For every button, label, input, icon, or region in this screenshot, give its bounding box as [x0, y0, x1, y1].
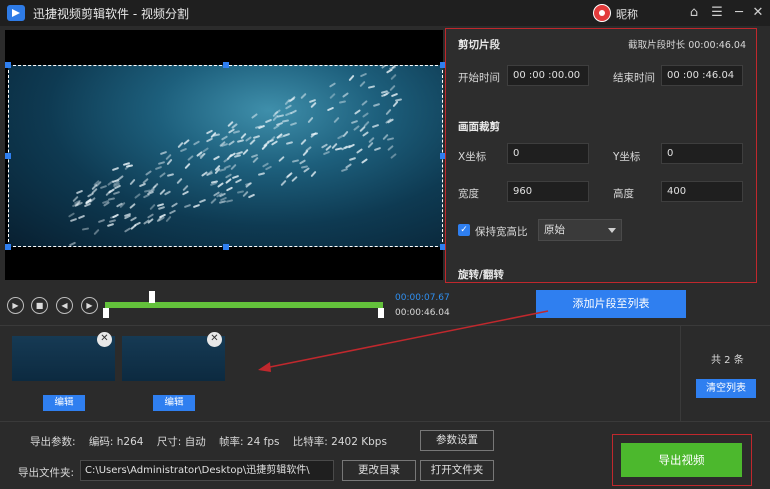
user-name[interactable]: 昵称: [616, 6, 638, 22]
play-icon[interactable]: ▶: [7, 297, 24, 314]
ratio-select[interactable]: 原始: [538, 219, 622, 241]
y-coord-field[interactable]: 0: [661, 143, 743, 164]
change-dir-button[interactable]: 更改目录: [342, 460, 416, 481]
clip-list-side-panel: 共 2 条 清空列表: [680, 326, 770, 421]
close-icon[interactable]: ✕: [207, 332, 222, 347]
window-title: 迅捷视频剪辑软件 - 视频分割: [33, 6, 189, 21]
clip-start-handle[interactable]: [103, 308, 109, 318]
cut-section-title: 剪切片段: [458, 39, 500, 51]
height-label: 高度: [613, 188, 634, 200]
minimize-icon[interactable]: ─: [729, 3, 749, 23]
playhead-handle[interactable]: [149, 291, 156, 303]
y-coord-label: Y坐标: [613, 151, 641, 163]
start-time-field[interactable]: 00 :00 :00.00: [507, 65, 589, 86]
close-icon[interactable]: ✕: [748, 3, 768, 23]
next-frame-icon[interactable]: ▶: [81, 297, 98, 314]
export-folder-label: 导出文件夹:: [18, 467, 75, 479]
x-coord-field[interactable]: 0: [507, 143, 589, 164]
param-settings-button[interactable]: 参数设置: [420, 430, 494, 451]
keep-ratio-checkbox[interactable]: ✓: [458, 224, 470, 236]
app-logo-icon: [7, 5, 25, 21]
export-highlight-frame: 导出视频: [612, 434, 752, 486]
width-field[interactable]: 960: [507, 181, 589, 202]
keep-ratio-label: 保持宽高比: [475, 226, 528, 238]
export-folder-path[interactable]: C:\Users\Administrator\Desktop\迅捷剪辑软件\: [80, 460, 334, 481]
user-avatar[interactable]: [593, 4, 611, 22]
export-params-label: 导出参数:: [30, 436, 76, 448]
clip-count: 共 2 条: [711, 355, 744, 366]
crop-section-title: 画面裁剪: [458, 121, 500, 133]
clip-duration: 截取片段时长 00:00:46.04: [628, 40, 746, 51]
ratio-select-value: 原始: [544, 224, 565, 236]
crop-selection-box[interactable]: [5, 62, 446, 250]
crop-handle-bottom-left[interactable]: [5, 244, 11, 250]
home-icon[interactable]: ⌂: [684, 3, 704, 23]
end-time-field[interactable]: 00 :00 :46.04: [661, 65, 743, 86]
edit-clip-button[interactable]: 编辑: [153, 395, 195, 411]
chevron-down-icon: [608, 228, 616, 233]
clear-list-button[interactable]: 清空列表: [696, 379, 756, 398]
video-preview: [5, 30, 446, 280]
export-params: 导出参数: 编码: h264 尺寸: 自动 帧率: 24 fps 比特率: 24…: [30, 434, 397, 449]
current-time: 00:00:07.67: [395, 293, 450, 303]
x-coord-label: X坐标: [458, 151, 487, 163]
prev-frame-icon[interactable]: ◀: [56, 297, 73, 314]
menu-icon[interactable]: ☰: [707, 3, 727, 23]
stop-icon[interactable]: ■: [31, 297, 48, 314]
clip-list: ✕ 编辑 ✕ 编辑: [0, 326, 680, 421]
crop-handle-bottom[interactable]: [223, 244, 229, 250]
height-field[interactable]: 400: [661, 181, 743, 202]
crop-handle-top-left[interactable]: [5, 62, 11, 68]
divider: [0, 421, 770, 422]
add-clip-button[interactable]: 添加片段至列表: [536, 290, 686, 318]
codec-value: 编码: h264: [88, 436, 144, 448]
fps-value: 帧率: 24 fps: [219, 436, 280, 448]
size-value: 尺寸: 自动: [156, 436, 206, 448]
title-bar: 迅捷视频剪辑软件 - 视频分割: [0, 0, 770, 26]
end-time-label: 结束时间: [613, 72, 655, 84]
close-icon[interactable]: ✕: [97, 332, 112, 347]
player-controls: ▶ ■ ◀ ▶ 00:00:07.67 00:00:46.04: [0, 285, 450, 325]
width-label: 宽度: [458, 188, 479, 200]
start-time-label: 开始时间: [458, 72, 500, 84]
crop-handle-top[interactable]: [223, 62, 229, 68]
clip-end-handle[interactable]: [378, 308, 384, 318]
timeline-bar[interactable]: [105, 302, 383, 308]
bitrate-value: 比特率: 2402 Kbps: [292, 436, 387, 448]
edit-clip-button[interactable]: 编辑: [43, 395, 85, 411]
settings-panel: 剪切片段 截取片段时长 00:00:46.04 开始时间 00 :00 :00.…: [445, 28, 757, 283]
export-video-button[interactable]: 导出视频: [621, 443, 742, 477]
crop-handle-left[interactable]: [5, 153, 11, 159]
open-folder-button[interactable]: 打开文件夹: [420, 460, 494, 481]
rotate-section-title: 旋转/翻转: [458, 269, 504, 281]
total-time: 00:00:46.04: [395, 308, 450, 318]
